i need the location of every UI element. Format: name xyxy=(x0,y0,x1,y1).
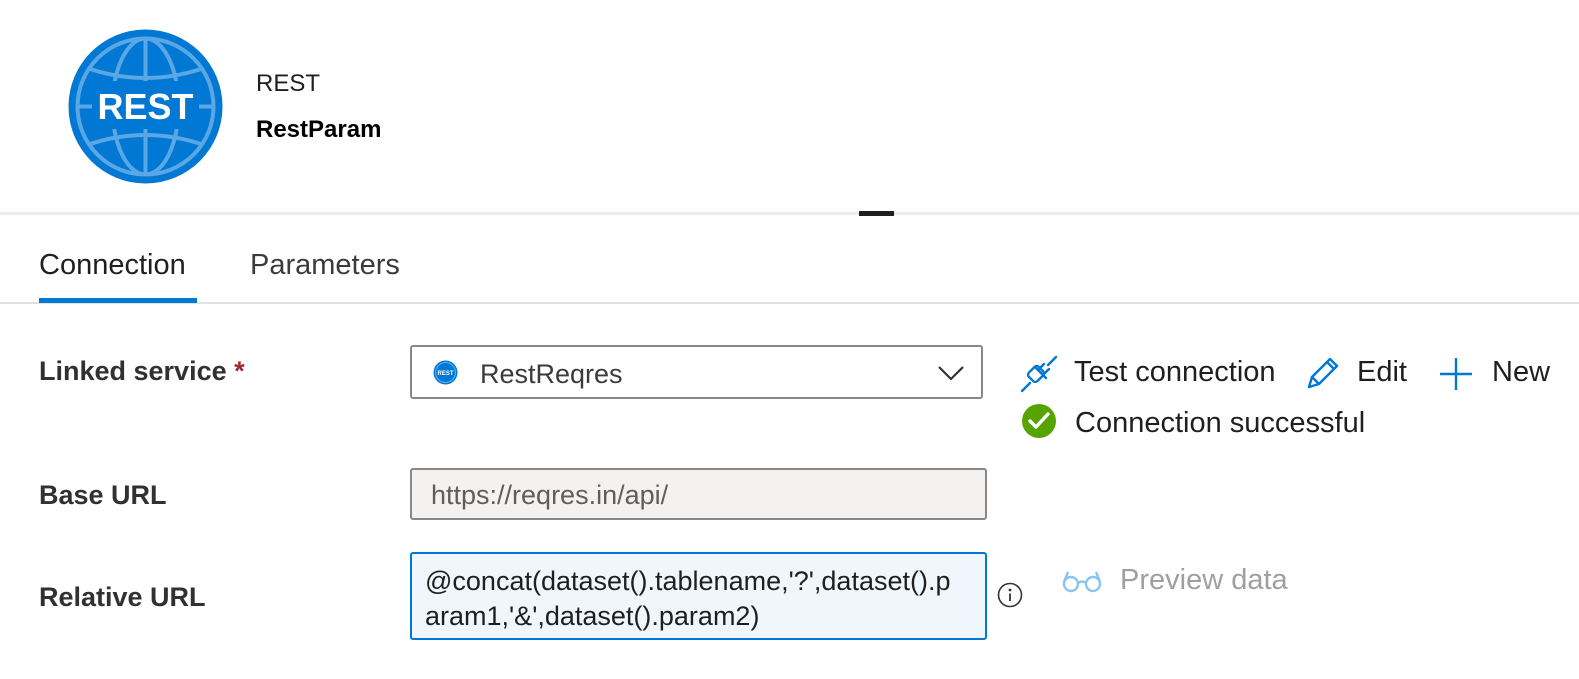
new-label: New xyxy=(1492,356,1551,388)
test-connection-label: Test connection xyxy=(1074,356,1276,388)
linked-service-select[interactable]: REST RestReqres xyxy=(410,345,983,399)
preview-data-button[interactable]: Preview data xyxy=(1060,563,1290,599)
rest-logo: REST xyxy=(68,29,223,184)
test-connection-button[interactable]: Test connection xyxy=(1020,355,1276,393)
relative-url-input[interactable]: @concat(dataset().tablename,'?',dataset(… xyxy=(410,552,987,640)
dataset-type-label: REST xyxy=(256,70,321,97)
relative-url-value: @concat(dataset().tablename,'?',dataset(… xyxy=(425,566,951,631)
check-circle-icon xyxy=(1021,403,1057,444)
info-icon[interactable] xyxy=(997,582,1023,608)
edit-label: Edit xyxy=(1357,356,1407,388)
edit-button[interactable]: Edit xyxy=(1303,355,1413,391)
base-url-label: Base URL xyxy=(39,480,167,510)
linked-service-value: RestReqres xyxy=(480,359,623,389)
connection-status: Connection successful xyxy=(1020,402,1370,440)
logo-text: REST xyxy=(97,86,193,127)
linked-service-label: Linked service * xyxy=(39,356,245,387)
pencil-icon xyxy=(1303,355,1341,398)
preview-data-label: Preview data xyxy=(1120,564,1288,596)
plus-icon xyxy=(1438,356,1474,397)
linked-service-label-text: Linked service xyxy=(39,356,227,386)
rest-service-icon: REST xyxy=(433,360,458,385)
glasses-icon xyxy=(1062,567,1102,600)
svg-text:REST: REST xyxy=(437,371,453,377)
panel-resize-handle[interactable] xyxy=(859,211,894,216)
header-divider xyxy=(0,212,1579,215)
base-url-value: https://reqres.in/api/ xyxy=(431,480,669,510)
connection-status-text: Connection successful xyxy=(1075,407,1366,439)
chevron-down-icon[interactable] xyxy=(937,361,965,383)
dataset-name: RestParam xyxy=(256,116,382,143)
required-asterisk: * xyxy=(234,356,245,386)
relative-url-label: Relative URL xyxy=(39,582,206,612)
tab-connection[interactable]: Connection xyxy=(39,249,186,282)
tabs-divider xyxy=(0,302,1579,304)
plug-icon xyxy=(1020,355,1058,398)
active-tab-indicator xyxy=(39,298,197,303)
base-url-field: https://reqres.in/api/ xyxy=(410,468,987,520)
new-button[interactable]: New xyxy=(1438,355,1558,391)
tab-parameters[interactable]: Parameters xyxy=(250,249,400,282)
